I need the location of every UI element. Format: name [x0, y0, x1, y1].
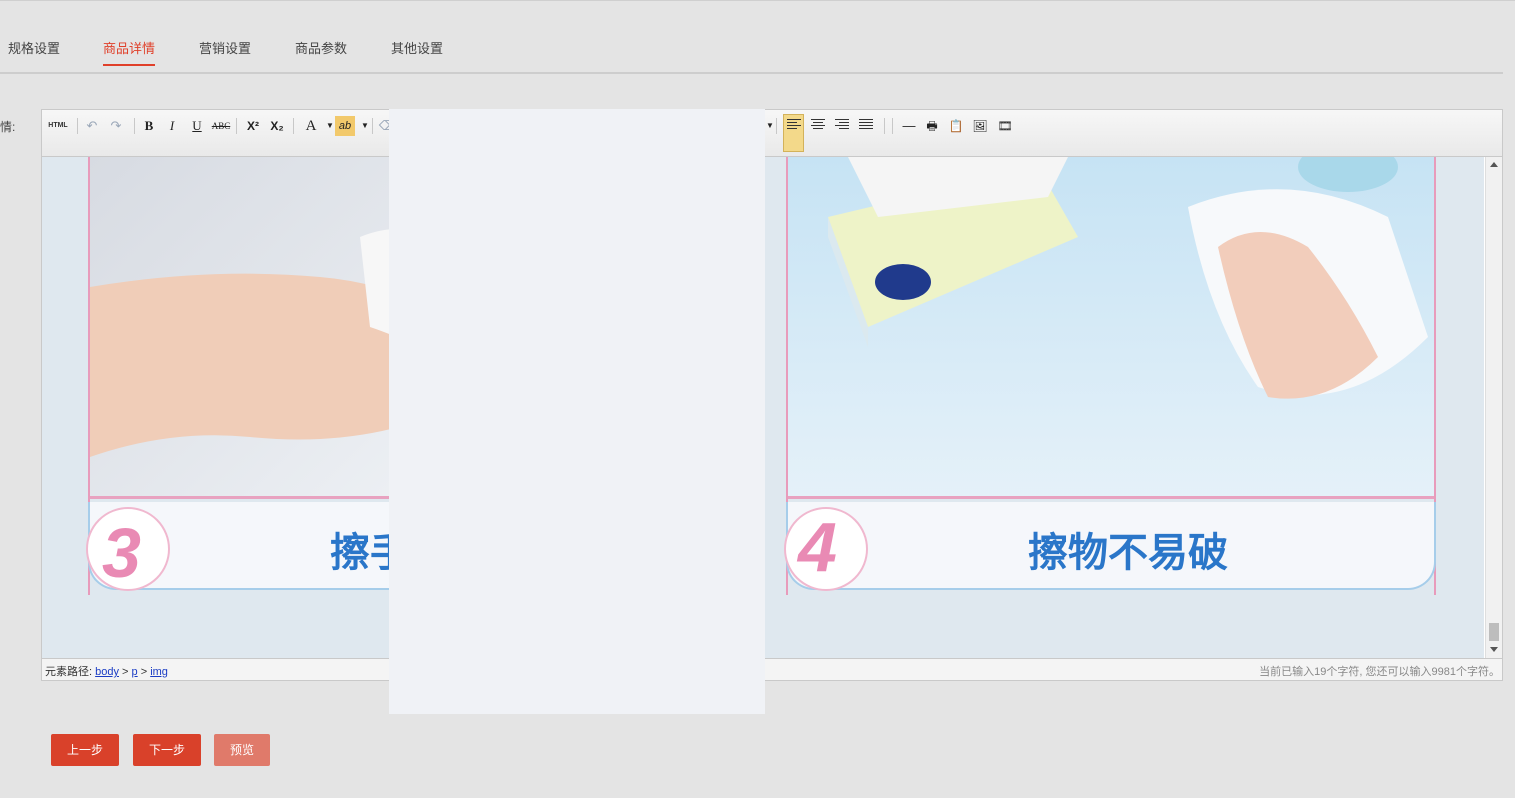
path-link-body[interactable]: body	[95, 666, 119, 678]
strikethrough-button[interactable]: ABC	[211, 116, 231, 136]
next-step-button[interactable]: 下一步	[133, 734, 201, 766]
html-source-button[interactable]: HTML	[48, 116, 68, 136]
toolbar-separator	[293, 118, 294, 134]
highlight-color-button[interactable]: ab	[335, 116, 355, 136]
horizontal-rule-icon[interactable]: —	[899, 116, 919, 136]
scroll-up-arrow-icon[interactable]	[1490, 162, 1498, 167]
insert-image-icon[interactable]: 🖼	[970, 116, 990, 136]
element-path: 元素路径: body > p > img	[45, 666, 168, 678]
details-field-label: 详情:	[0, 120, 16, 134]
tab-product-details[interactable]: 商品详情	[103, 38, 156, 66]
product-image-panel-4: 4 擦物不易破	[784, 157, 1436, 595]
char-counter: 当前已输入19个字符, 您还可以输入9981个字符。	[1259, 666, 1500, 678]
preview-button[interactable]: 预览	[214, 734, 270, 766]
superscript-button[interactable]: X²	[243, 116, 263, 136]
prev-step-button[interactable]: 上一步	[51, 734, 119, 766]
toolbar-separator	[892, 118, 893, 134]
step-number: 3	[102, 514, 141, 592]
tissue-box-illustration	[788, 157, 1434, 496]
scrollbar-thumb[interactable]	[1489, 623, 1499, 641]
editor-statusbar: 元素路径: body > p > img 当前已输入19个字符, 您还可以输入9…	[42, 658, 1502, 680]
top-divider	[0, 0, 1515, 1]
toolbar-separator	[236, 118, 237, 134]
underline-button[interactable]: U	[187, 116, 207, 136]
scroll-down-arrow-icon[interactable]	[1490, 647, 1498, 652]
toolbar-separator	[372, 118, 373, 134]
tab-other-settings[interactable]: 其他设置	[391, 38, 443, 57]
path-link-p[interactable]: p	[132, 666, 138, 678]
align-left-icon[interactable]	[787, 119, 801, 131]
toolbar-separator	[776, 118, 777, 134]
toolbar-separator	[884, 118, 885, 134]
bold-button[interactable]: B	[139, 116, 159, 136]
step-caption: 擦物不易破	[1028, 531, 1228, 575]
blank-overlay-panel	[389, 109, 765, 714]
tab-spec-settings[interactable]: 规格设置	[8, 38, 60, 57]
align-center-icon[interactable]	[811, 119, 825, 131]
italic-button[interactable]: I	[162, 116, 182, 136]
paste-icon[interactable]: 📋	[946, 116, 966, 136]
toolbar-separator	[77, 118, 78, 134]
tab-marketing-settings[interactable]: 营销设置	[199, 38, 251, 57]
toolbar-separator	[134, 118, 135, 134]
undo-icon[interactable]: ↶	[82, 116, 102, 136]
tab-bar: 规格设置 商品详情 营销设置 商品参数 其他设置	[0, 30, 1503, 74]
step-number: 4	[798, 508, 837, 586]
align-right-icon[interactable]	[835, 119, 849, 131]
insert-video-icon[interactable]: 🎞	[995, 116, 1015, 136]
redo-icon[interactable]: ↷	[106, 116, 126, 136]
align-justify-icon[interactable]	[859, 119, 873, 131]
font-color-button[interactable]: A	[301, 116, 321, 136]
editor-scrollbar[interactable]	[1485, 157, 1502, 658]
tab-product-params[interactable]: 商品参数	[295, 38, 347, 57]
element-path-label: 元素路径:	[45, 666, 93, 678]
print-icon[interactable]: 🖶	[922, 116, 942, 136]
rich-text-editor: HTML ↶ ↷ B I U ABC X² X₂ A ▼ ab ▼ ⌫ ▼ — …	[41, 109, 1503, 681]
editor-toolbar: HTML ↶ ↷ B I U ABC X² X₂ A ▼ ab ▼ ⌫ ▼ — …	[42, 110, 1502, 157]
subscript-button[interactable]: X₂	[267, 116, 287, 136]
product-photo-tissue-wipe	[788, 157, 1434, 499]
path-link-img[interactable]: img	[150, 666, 168, 678]
